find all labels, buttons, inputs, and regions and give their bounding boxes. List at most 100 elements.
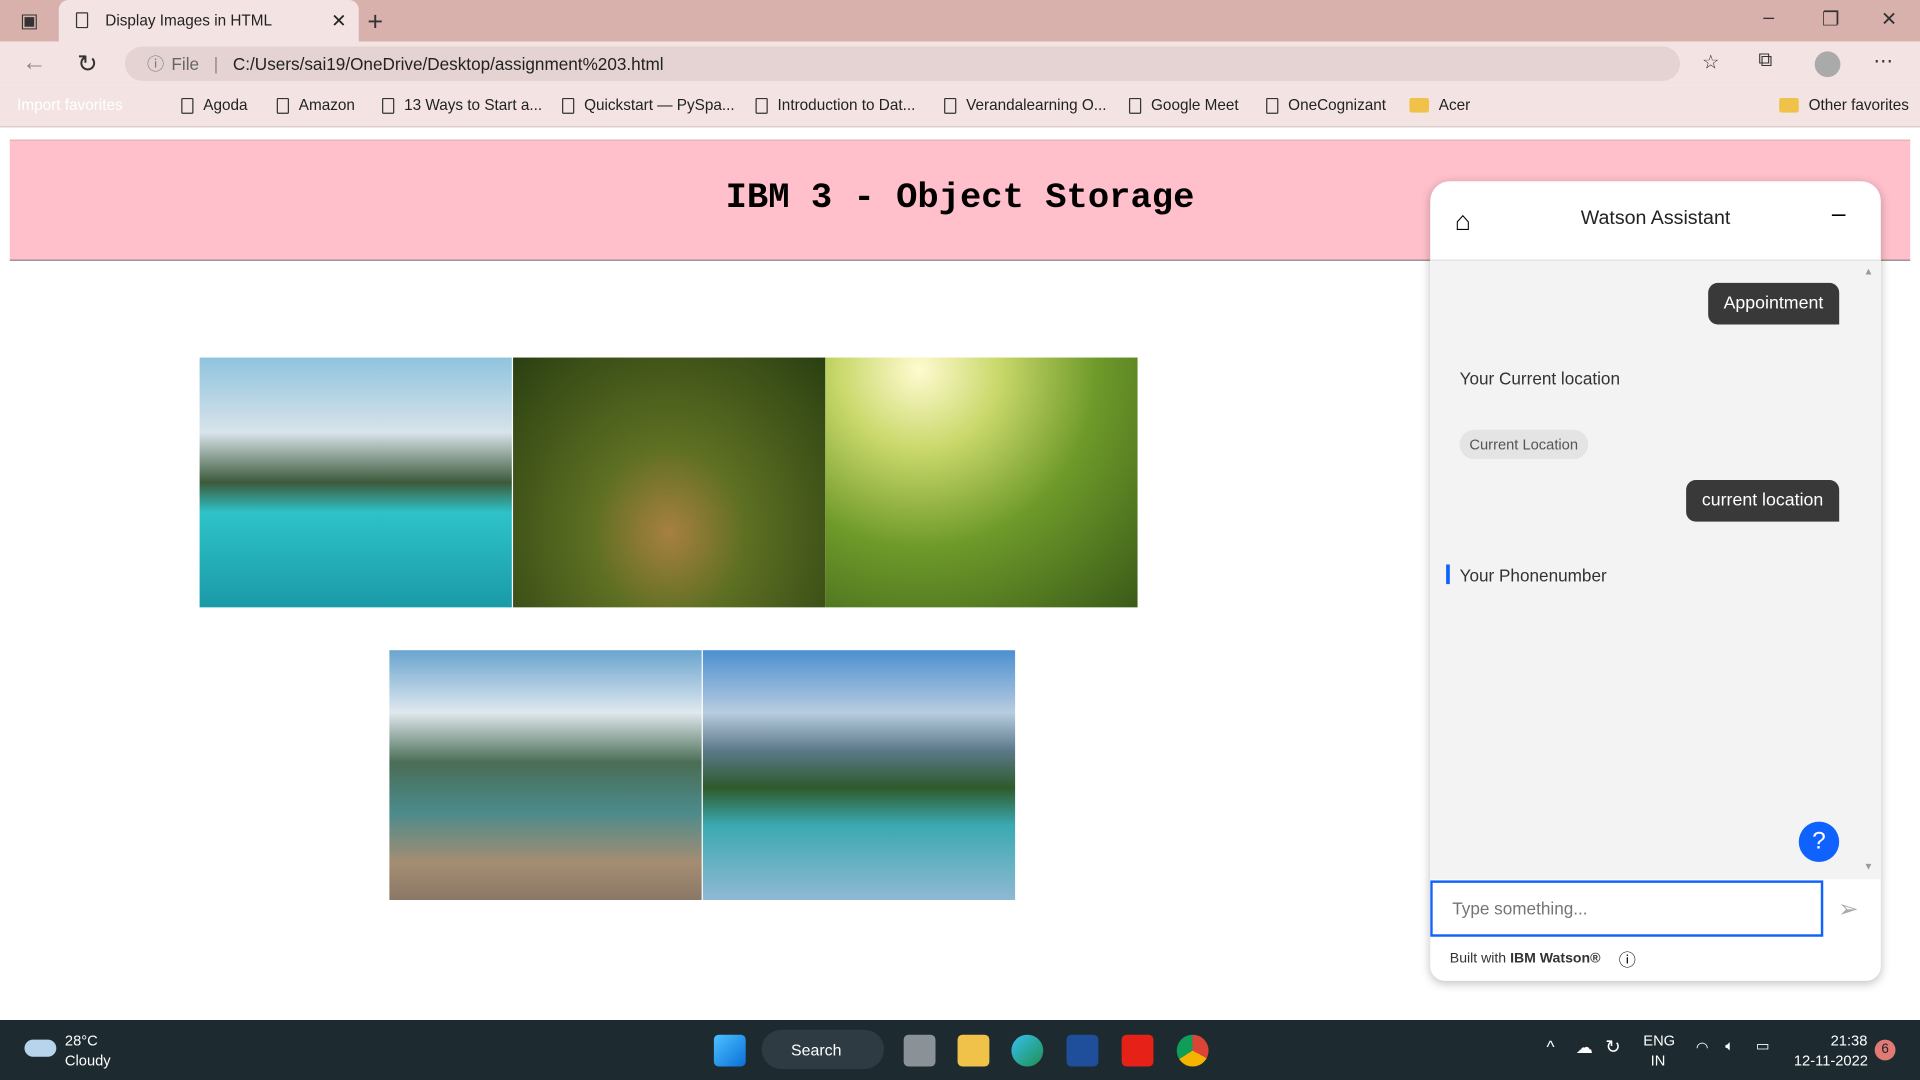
bookmark-verandalearning[interactable]: Verandalearning O... — [944, 96, 1107, 114]
bookmark-label: Introduction to Dat... — [777, 96, 916, 114]
minimize-chat-icon[interactable]: – — [1832, 201, 1846, 229]
send-icon[interactable]: ➢ — [1838, 894, 1859, 925]
bookmark-import-favorites[interactable]: Import favorites — [17, 97, 122, 114]
footer-text: Built with — [1449, 951, 1511, 967]
search-label: Search — [791, 1040, 842, 1059]
restore-icon[interactable]: ❐ — [1822, 7, 1840, 31]
chrome-icon[interactable] — [1176, 1034, 1209, 1067]
bookmark-introduction[interactable]: Introduction to Dat... — [755, 96, 916, 114]
show-hidden-icons[interactable]: ^ — [1547, 1037, 1555, 1057]
bookmark-quickstart[interactable]: Quickstart — PySpa... — [562, 97, 735, 114]
bookmark-agoda[interactable]: Agoda — [181, 96, 248, 114]
rocky-lake-image — [389, 650, 702, 901]
favorites-icon[interactable]: ☆ — [1702, 50, 1720, 74]
tab-title: Display Images in HTML — [105, 12, 273, 30]
bookmark-label: Quickstart — PySpa... — [584, 96, 735, 114]
sync-icon[interactable]: ↻ — [1605, 1036, 1620, 1058]
onedrive-icon[interactable]: ☁ — [1576, 1037, 1593, 1058]
file-label: File — [171, 53, 200, 74]
scroll-up-icon[interactable]: ▲ — [1864, 266, 1874, 277]
file-explorer-icon[interactable] — [957, 1034, 990, 1067]
new-tab-icon[interactable]: + — [367, 6, 383, 38]
built-with-footer: Built with IBM Watson® — [1450, 951, 1601, 966]
more-icon[interactable]: ⋯ — [1873, 49, 1893, 73]
bookmark-google-meet[interactable]: Google Meet — [1128, 96, 1239, 114]
page-icon — [75, 12, 89, 29]
temperature: 28°C — [64, 1032, 98, 1050]
back-icon[interactable]: ← — [22, 49, 46, 77]
cloud-icon — [24, 1039, 57, 1057]
bookmark-acer[interactable]: Acer — [1409, 97, 1470, 114]
page-icon — [276, 97, 289, 114]
chat-messages: Appointment Your Current location Curren… — [1430, 259, 1881, 880]
meadow-image — [825, 357, 1138, 608]
scroll-down-icon[interactable]: ▼ — [1864, 861, 1874, 872]
current-location-option[interactable]: Current Location — [1459, 429, 1588, 460]
bookmark-label: Import favorites — [17, 96, 123, 114]
bookmark-label: Other favorites — [1808, 96, 1909, 114]
region[interactable]: IN — [1651, 1052, 1666, 1069]
bookmarks-bar: Import favorites Agoda Amazon 13 Ways to… — [0, 85, 1920, 128]
wifi-icon[interactable]: ◠ — [1696, 1038, 1709, 1055]
bookmark-label: Verandalearning O... — [966, 96, 1107, 114]
bookmark-13-ways[interactable]: 13 Ways to Start a... — [382, 97, 542, 114]
help-button[interactable]: ? — [1798, 821, 1840, 863]
youtube-icon[interactable] — [1121, 1034, 1154, 1067]
user-message: Appointment — [1707, 282, 1840, 325]
profile-avatar[interactable] — [1814, 51, 1841, 78]
bookmark-label: Agoda — [203, 96, 248, 114]
minimize-icon[interactable]: – — [1763, 7, 1774, 29]
volume-icon[interactable]: 🔈︎ — [1725, 1037, 1734, 1055]
task-view-icon[interactable] — [903, 1034, 936, 1067]
clock-date[interactable]: 12-11-2022 — [1794, 1052, 1868, 1069]
edge-icon[interactable] — [1011, 1034, 1044, 1067]
refresh-icon[interactable]: ↻ — [77, 49, 98, 80]
close-tab-icon[interactable]: ✕ — [331, 10, 346, 32]
url-text: C:/Users/sai19/OneDrive/Desktop/assignme… — [232, 53, 664, 74]
bookmark-label: Google Meet — [1151, 96, 1239, 114]
info-icon: ⓘ — [146, 53, 165, 74]
info-icon[interactable]: ⓘ — [1619, 948, 1636, 972]
other-favorites[interactable]: Other favorites — [1779, 97, 1909, 114]
watson-assistant-panel: ⌂ Watson Assistant – Appointment Your Cu… — [1430, 181, 1881, 981]
language[interactable]: ENG — [1643, 1032, 1675, 1049]
chat-title: Watson Assistant — [1580, 208, 1731, 229]
page-icon — [1266, 97, 1279, 114]
notification-badge[interactable]: 6 — [1874, 1039, 1896, 1061]
focus-indicator — [1446, 564, 1450, 585]
bookmark-label: OneCognizant — [1288, 96, 1387, 114]
store-icon[interactable] — [1066, 1034, 1099, 1067]
page-icon — [944, 97, 957, 114]
bookmark-amazon[interactable]: Amazon — [276, 96, 355, 114]
weather-text: Cloudy — [64, 1051, 111, 1069]
page-icon — [755, 97, 768, 114]
forest-path-image — [513, 357, 826, 608]
footer-brand: IBM Watson® — [1510, 951, 1601, 967]
folder-icon — [1779, 97, 1799, 113]
bot-message: Your Current location — [1459, 368, 1621, 389]
folder-icon — [1409, 97, 1429, 113]
tab-strip: ▣ Display Images in HTML ✕ + – ❐ ✕ — [0, 0, 1920, 42]
chat-input[interactable] — [1430, 880, 1824, 937]
address-bar[interactable]: ⓘ File | C:/Users/sai19/OneDrive/Desktop… — [124, 46, 1681, 81]
bookmark-label: Acer — [1438, 96, 1471, 114]
windows-start-icon[interactable] — [713, 1034, 746, 1067]
lake-mountain-image — [199, 357, 512, 608]
user-message: current location — [1685, 480, 1840, 522]
bookmark-label: Amazon — [298, 96, 355, 114]
page-icon — [562, 97, 575, 114]
bookmark-onecognizant[interactable]: OneCognizant — [1266, 97, 1386, 114]
close-window-icon[interactable]: ✕ — [1881, 7, 1897, 31]
taskbar-search[interactable]: Search — [761, 1029, 885, 1069]
clock-time[interactable]: 21:38 — [1831, 1032, 1868, 1049]
page-icon — [181, 97, 194, 114]
sidebar-toggle-icon[interactable]: ▣ — [17, 10, 41, 32]
taskbar: 28°C Cloudy Search ^ ☁ ↻ ENG IN ◠ 🔈︎ ▭ 2… — [0, 1020, 1920, 1080]
battery-icon[interactable]: ▭ — [1756, 1037, 1770, 1054]
page-icon — [382, 97, 395, 114]
bot-message: Your Phonenumber — [1459, 565, 1607, 586]
page-icon — [1128, 97, 1142, 114]
bookmark-label: 13 Ways to Start a... — [404, 96, 543, 114]
tab-display-images[interactable]: Display Images in HTML ✕ — [58, 0, 359, 42]
collections-icon[interactable]: ⧉ — [1758, 50, 1772, 72]
